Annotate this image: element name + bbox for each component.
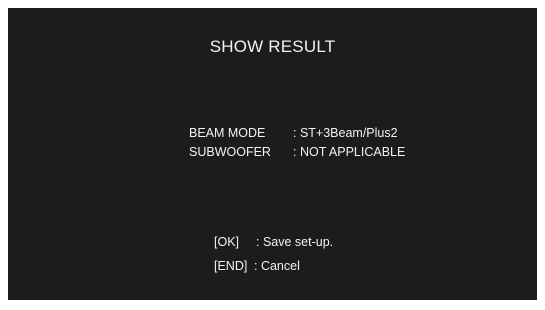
- subwoofer-label: SUBWOOFER: [189, 145, 271, 159]
- page-title: SHOW RESULT: [209, 37, 336, 56]
- ok-action-label: : Save set-up.: [256, 235, 334, 249]
- beam-mode-label: BEAM MODE: [189, 126, 266, 140]
- end-key-label: [END]: [214, 259, 248, 273]
- osd-screen: SHOW RESULT BEAM MODE : ST+3Beam/Plus2 SU…: [8, 8, 537, 300]
- ok-save-option[interactable]: [OK] : Save set-up.: [214, 235, 333, 249]
- subwoofer-value: : NOT APPLICABLE: [293, 145, 406, 159]
- subwoofer-row: SUBWOOFER : NOT APPLICABLE: [189, 145, 405, 159]
- end-cancel-option[interactable]: [END] : Cancel: [214, 259, 300, 273]
- beam-mode-value: : ST+3Beam/Plus2: [293, 126, 398, 140]
- beam-mode-row: BEAM MODE : ST+3Beam/Plus2: [189, 126, 398, 140]
- ok-key-label: [OK]: [214, 235, 240, 249]
- end-action-label: : Cancel: [254, 259, 300, 273]
